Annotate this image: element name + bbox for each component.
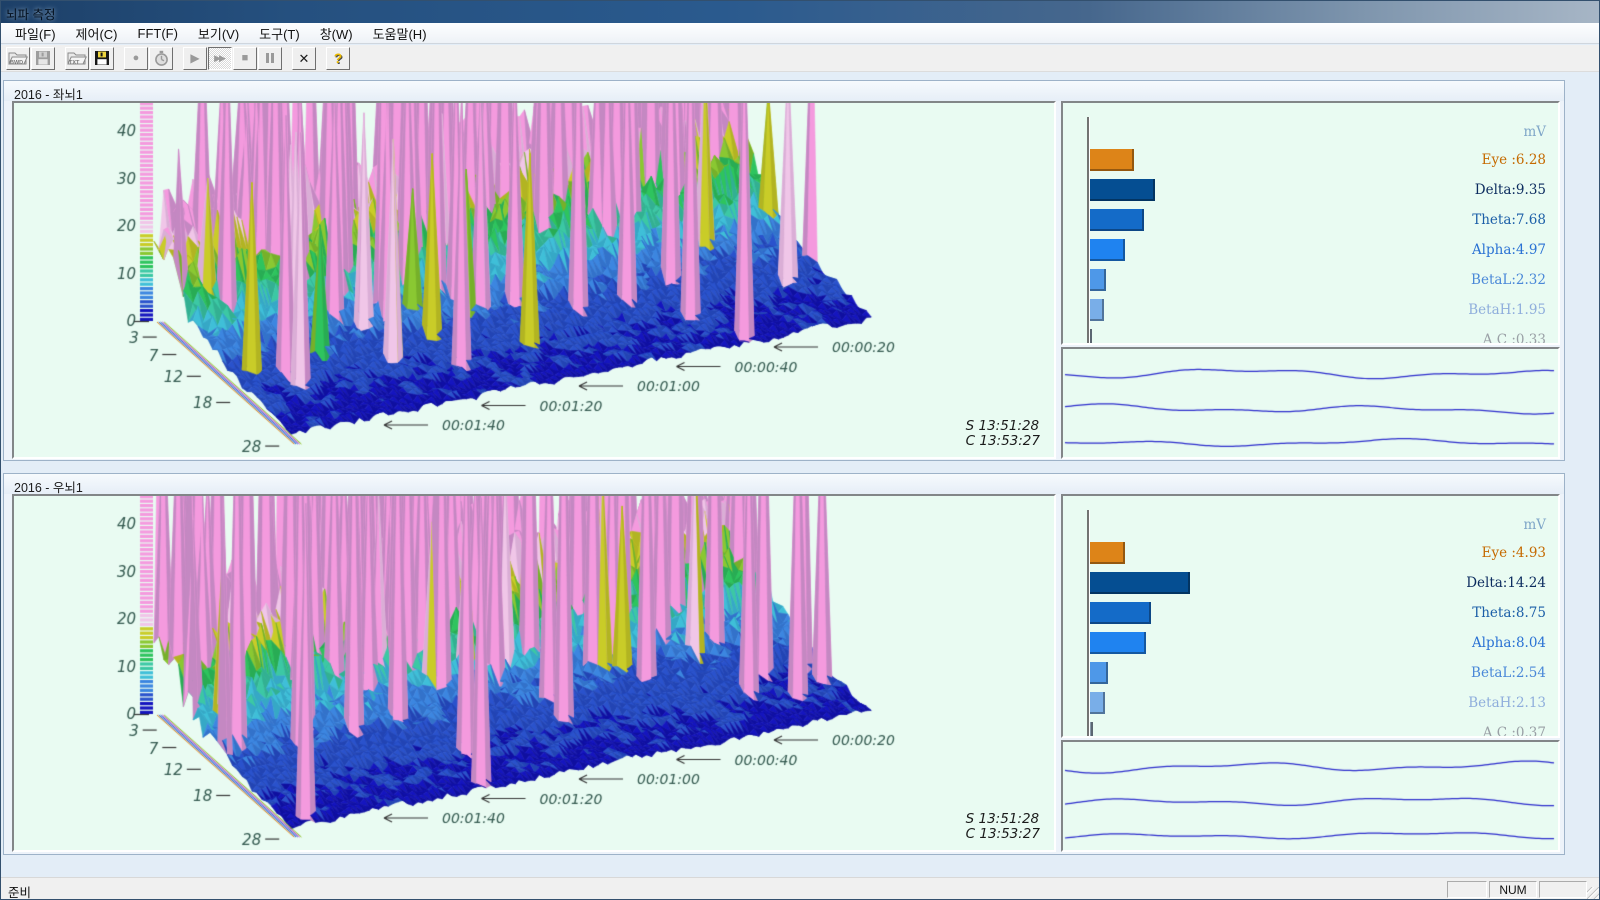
- status-cell-num: NUM: [1489, 881, 1537, 898]
- pause-icon: [266, 53, 274, 63]
- band-bar-theta: [1090, 602, 1151, 624]
- unit-label: mV: [1416, 124, 1546, 140]
- band-bars: mV Eye :6.28 Delta:9.35 Theta:7.68 Alpha:4.…: [1063, 103, 1558, 343]
- status-bar: 준비 NUM: [1, 877, 1600, 900]
- fast-forward-icon: ▶▶: [214, 54, 226, 63]
- menu-bar: 파일(F)제어(C)FFT(F)보기(V)도구(T)창(W)도움말(H): [1, 23, 1600, 44]
- child-title-bar[interactable]: 2016 - 좌뇌1: [4, 81, 1564, 101]
- close-icon: ✕: [299, 52, 310, 65]
- toolbar-save-bwd-button[interactable]: [31, 47, 55, 70]
- band-bar-theta: [1090, 209, 1144, 231]
- band-bar-ac: [1090, 722, 1093, 738]
- trend-strip-panel: [1061, 347, 1560, 459]
- toolbar-record-button[interactable]: ●: [124, 47, 148, 70]
- toolbar-timer-button[interactable]: [149, 47, 173, 70]
- time-stamps: S 13:51:28 C 13:53:27: [966, 812, 1040, 842]
- play-icon: ▶: [190, 52, 199, 64]
- menu-item-window[interactable]: 창(W): [310, 22, 363, 45]
- band-bar-betal: [1090, 662, 1108, 684]
- stop-icon: ■: [242, 53, 249, 64]
- toolbar-open-txt-button[interactable]: TXT: [65, 47, 89, 70]
- menu-item-help[interactable]: 도움말(H): [363, 22, 437, 45]
- band-value-label-betal: BetaL:2.32: [1396, 272, 1546, 288]
- band-value-label-betah: BetaH:1.95: [1396, 302, 1546, 318]
- title-bar[interactable]: 뇌파 측정: [1, 1, 1600, 23]
- child-title-bar[interactable]: 2016 - 우뇌1: [4, 474, 1564, 494]
- trend-strip-panel: [1061, 740, 1560, 852]
- toolbar-open-bwd-button[interactable]: BWD: [6, 47, 30, 70]
- menu-item-control[interactable]: 제어(C): [66, 22, 128, 45]
- current-time: C 13:53:27: [966, 434, 1040, 449]
- toolbar-help-button[interactable]: ?: [326, 47, 350, 70]
- band-bar-eye: [1090, 149, 1134, 171]
- start-time: S 13:51:28: [966, 419, 1040, 434]
- band-bar-chart-panel: mV Eye :6.28 Delta:9.35 Theta:7.68 Alpha:4.…: [1061, 101, 1560, 345]
- mdi-child-right-brain: 2016 - 우뇌1 S 13:51:28 C 13:53:27 mV Eye …: [3, 473, 1565, 855]
- band-bar-chart-panel: mV Eye :4.93 Delta:14.24 Theta:8.75 Alpha:8…: [1061, 494, 1560, 738]
- toolbar-stop-button[interactable]: ■: [233, 47, 257, 70]
- band-bar-delta: [1090, 572, 1190, 594]
- waterfall-3d-canvas: [14, 496, 1054, 850]
- child-title-text: 2016 - 우뇌1: [14, 481, 83, 495]
- menu-item-fft[interactable]: FFT(F): [128, 24, 188, 43]
- band-value-label-ac: A C :0.37: [1396, 725, 1546, 738]
- band-value-label-eye: Eye :6.28: [1396, 152, 1546, 168]
- trend-lines-canvas: [1063, 742, 1558, 850]
- band-value-label-delta: Delta:14.24: [1396, 575, 1546, 591]
- toolbar-fast-forward-button[interactable]: ▶▶: [208, 47, 232, 70]
- band-bar-betah: [1090, 692, 1105, 714]
- start-time: S 13:51:28: [966, 812, 1040, 827]
- menu-item-file[interactable]: 파일(F): [5, 22, 66, 45]
- band-value-label-alpha: Alpha:8.04: [1396, 635, 1546, 651]
- band-value-label-theta: Theta:7.68: [1396, 212, 1546, 228]
- status-cell-empty-1: [1447, 881, 1487, 898]
- band-bar-alpha: [1090, 632, 1146, 654]
- status-cell-empty-2: [1539, 881, 1587, 898]
- spectrogram-plot-area: S 13:51:28 C 13:53:27: [12, 494, 1056, 852]
- window-title: 뇌파 측정: [6, 4, 55, 23]
- menu-item-tools[interactable]: 도구(T): [249, 22, 310, 45]
- save-disk-icon: [94, 50, 110, 66]
- menu-item-view[interactable]: 보기(V): [188, 22, 249, 45]
- app-window: 뇌파 측정 파일(F)제어(C)FFT(F)보기(V)도구(T)창(W)도움말(…: [0, 0, 1600, 900]
- time-stamps: S 13:51:28 C 13:53:27: [966, 419, 1040, 449]
- band-value-label-betah: BetaH:2.13: [1396, 695, 1546, 711]
- resize-grip[interactable]: [1587, 887, 1600, 900]
- record-icon: ●: [133, 53, 140, 64]
- unit-label: mV: [1416, 517, 1546, 533]
- band-value-label-delta: Delta:9.35: [1396, 182, 1546, 198]
- save-disk-icon: [35, 50, 51, 66]
- band-bar-eye: [1090, 542, 1125, 564]
- waterfall-3d-canvas: [14, 103, 1054, 457]
- band-bar-ac: [1090, 329, 1092, 345]
- band-bar-betal: [1090, 269, 1106, 291]
- help-icon: ?: [334, 51, 343, 65]
- band-bars: mV Eye :4.93 Delta:14.24 Theta:8.75 Alpha:8…: [1063, 496, 1558, 736]
- trend-lines-canvas: [1063, 349, 1558, 457]
- current-time: C 13:53:27: [966, 827, 1040, 842]
- toolbar-pause-button[interactable]: [258, 47, 282, 70]
- band-value-label-eye: Eye :4.93: [1396, 545, 1546, 561]
- status-ready-text: 준비: [8, 882, 31, 900]
- band-value-label-betal: BetaL:2.54: [1396, 665, 1546, 681]
- status-cells: NUM: [1447, 881, 1587, 898]
- band-value-label-ac: A C :0.33: [1396, 332, 1546, 345]
- spectrogram-plot-area: S 13:51:28 C 13:53:27: [12, 101, 1056, 459]
- band-bar-delta: [1090, 179, 1155, 201]
- band-value-label-alpha: Alpha:4.97: [1396, 242, 1546, 258]
- band-bar-betah: [1090, 299, 1104, 321]
- stopwatch-icon: [153, 50, 170, 67]
- toolbar: BWD TXT ● ▶▶▶■✕?: [1, 45, 1600, 72]
- band-bar-alpha: [1090, 239, 1125, 261]
- toolbar-save-txt-button[interactable]: [90, 47, 114, 70]
- mdi-child-left-brain: 2016 - 좌뇌1 S 13:51:28 C 13:53:27 mV Eye …: [3, 80, 1565, 461]
- toolbar-play-button[interactable]: ▶: [183, 47, 207, 70]
- band-value-label-theta: Theta:8.75: [1396, 605, 1546, 621]
- toolbar-close-button[interactable]: ✕: [292, 47, 316, 70]
- child-title-text: 2016 - 좌뇌1: [14, 88, 83, 102]
